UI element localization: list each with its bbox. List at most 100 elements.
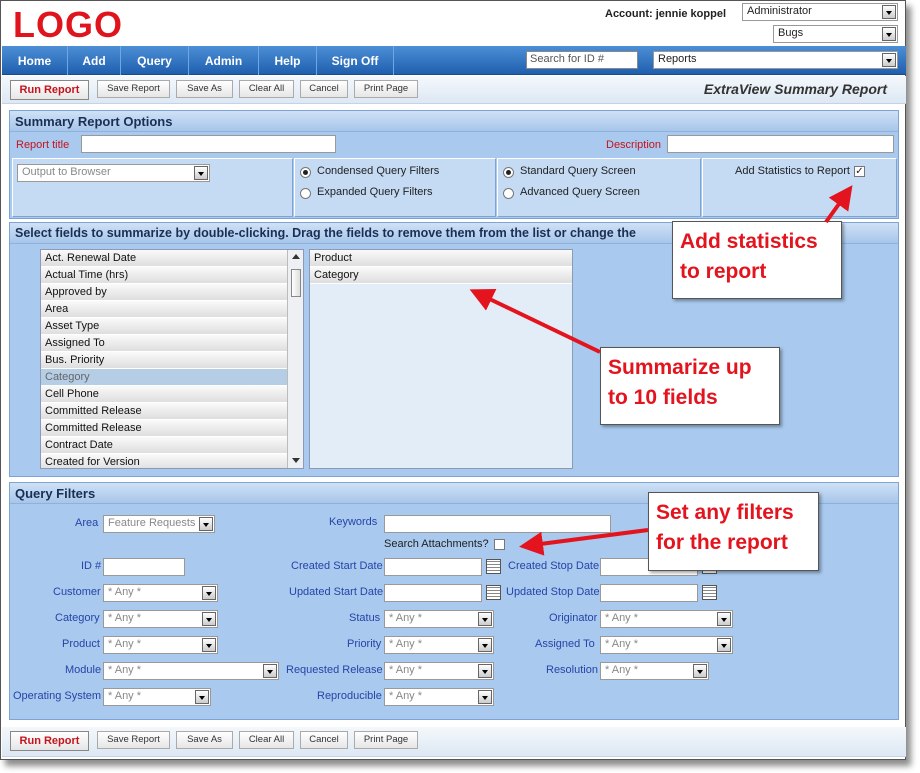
callout-text: Set any filters xyxy=(656,501,794,524)
list-item[interactable]: Approved by xyxy=(41,284,303,301)
reproducible-select[interactable]: * Any * xyxy=(384,688,494,706)
callout-stats: Add statistics to report xyxy=(672,221,842,299)
output-cell: Output to Browser xyxy=(12,158,293,217)
condensed-radio[interactable] xyxy=(300,167,311,178)
updated-start-input[interactable] xyxy=(384,584,482,602)
list-item[interactable]: Assigned To xyxy=(41,335,303,352)
module-label: Module xyxy=(65,664,102,676)
id-input[interactable] xyxy=(103,558,185,576)
list-item[interactable]: Bus. Priority xyxy=(41,352,303,369)
run-report-button[interactable]: Run Report xyxy=(10,80,89,100)
reports-select[interactable]: Reports xyxy=(653,51,898,69)
list-item[interactable]: Actual Time (hrs) xyxy=(41,267,303,284)
project-select[interactable]: Bugs xyxy=(773,25,898,43)
output-value: Output to Browser xyxy=(22,166,111,178)
area-select[interactable]: Feature Requests xyxy=(103,515,215,533)
list-item[interactable]: Area xyxy=(41,301,303,318)
reproducible-value: * Any * xyxy=(389,690,423,702)
cancel-button[interactable]: Cancel xyxy=(300,731,348,749)
chevron-down-icon xyxy=(478,612,492,626)
cancel-button[interactable]: Cancel xyxy=(300,80,348,98)
summary-options-panel: Summary Report Options Report title Desc… xyxy=(9,110,899,219)
chevron-down-icon xyxy=(717,612,731,626)
chevron-down-icon xyxy=(202,586,216,600)
callout-text: for the report xyxy=(656,531,788,554)
category-select[interactable]: * Any * xyxy=(103,610,218,628)
product-select[interactable]: * Any * xyxy=(103,636,218,654)
list-item[interactable]: Committed Release xyxy=(41,420,303,437)
nav-add[interactable]: Add xyxy=(68,46,121,75)
standard-radio[interactable] xyxy=(503,167,514,178)
role-value: Administrator xyxy=(747,5,812,17)
nav-help[interactable]: Help xyxy=(259,46,317,75)
list-item[interactable]: Category xyxy=(310,267,572,284)
created-start-input[interactable] xyxy=(384,558,482,576)
assigned-to-select[interactable]: * Any * xyxy=(600,636,733,654)
list-item[interactable]: Committed Release xyxy=(41,403,303,420)
chevron-down-icon xyxy=(202,638,216,652)
report-title-label: Report title xyxy=(16,139,70,151)
nav-admin[interactable]: Admin xyxy=(189,46,259,75)
calendar-icon[interactable] xyxy=(486,585,501,600)
save-as-button[interactable]: Save As xyxy=(176,80,233,98)
list-item[interactable]: Asset Type xyxy=(41,318,303,335)
chevron-down-icon xyxy=(693,664,707,678)
advanced-label: Advanced Query Screen xyxy=(520,186,640,198)
scroll-thumb[interactable] xyxy=(291,269,301,297)
advanced-radio[interactable] xyxy=(503,188,514,199)
product-value: * Any * xyxy=(108,638,142,650)
list-item[interactable]: Act. Renewal Date xyxy=(41,250,303,267)
clear-all-button[interactable]: Clear All xyxy=(239,80,294,98)
list-item[interactable]: Category xyxy=(41,369,303,386)
list-item[interactable]: Product xyxy=(310,250,572,267)
search-id-input[interactable]: Search for ID # xyxy=(526,51,638,69)
add-stats-checkbox[interactable]: ✓ xyxy=(854,166,865,177)
selected-fields-list[interactable]: Product Category xyxy=(309,249,573,469)
created-start-label: Created Start Date xyxy=(291,560,383,572)
os-select[interactable]: * Any * xyxy=(103,688,211,706)
calendar-icon[interactable] xyxy=(702,585,717,600)
save-report-button[interactable]: Save Report xyxy=(97,731,170,749)
available-fields-list[interactable]: Act. Renewal Date Actual Time (hrs) Appr… xyxy=(40,249,304,469)
list-item[interactable]: Contract Date xyxy=(41,437,303,454)
chevron-down-icon xyxy=(478,690,492,704)
description-input[interactable] xyxy=(667,135,894,153)
status-select[interactable]: * Any * xyxy=(384,610,494,628)
print-page-button[interactable]: Print Page xyxy=(354,731,418,749)
calendar-icon[interactable] xyxy=(486,559,501,574)
role-select[interactable]: Administrator xyxy=(742,3,898,21)
save-as-button[interactable]: Save As xyxy=(176,731,233,749)
nav-home[interactable]: Home xyxy=(2,46,68,75)
output-select[interactable]: Output to Browser xyxy=(17,164,210,182)
chevron-down-icon xyxy=(717,638,731,652)
report-title-input[interactable] xyxy=(81,135,336,153)
nav-query[interactable]: Query xyxy=(121,46,189,75)
status-value: * Any * xyxy=(389,612,423,624)
originator-select[interactable]: * Any * xyxy=(600,610,733,628)
updated-stop-input[interactable] xyxy=(600,584,698,602)
assigned-to-value: * Any * xyxy=(605,638,639,650)
chevron-down-icon xyxy=(882,27,896,41)
clear-all-button[interactable]: Clear All xyxy=(239,731,294,749)
run-report-button[interactable]: Run Report xyxy=(10,731,89,751)
keywords-input[interactable] xyxy=(384,515,611,533)
customer-select[interactable]: * Any * xyxy=(103,584,218,602)
requested-release-select[interactable]: * Any * xyxy=(384,662,494,680)
priority-select[interactable]: * Any * xyxy=(384,636,494,654)
list-scrollbar[interactable] xyxy=(287,250,303,468)
print-page-button[interactable]: Print Page xyxy=(354,80,418,98)
nav-sign-off[interactable]: Sign Off xyxy=(317,46,394,75)
expanded-radio[interactable] xyxy=(300,188,311,199)
list-item[interactable]: Created for Version xyxy=(41,454,303,468)
save-report-button[interactable]: Save Report xyxy=(97,80,170,98)
category-value: * Any * xyxy=(108,612,142,624)
area-label: Area xyxy=(75,517,99,529)
resolution-select[interactable]: * Any * xyxy=(600,662,709,680)
list-item[interactable]: Cell Phone xyxy=(41,386,303,403)
search-attachments-checkbox[interactable] xyxy=(494,539,505,550)
options-heading: Summary Report Options xyxy=(10,111,898,132)
module-select[interactable]: * Any * xyxy=(103,662,279,680)
scroll-down-icon[interactable] xyxy=(292,458,300,463)
scroll-up-icon[interactable] xyxy=(292,254,300,259)
callout-filters: Set any filters for the report xyxy=(648,492,819,571)
